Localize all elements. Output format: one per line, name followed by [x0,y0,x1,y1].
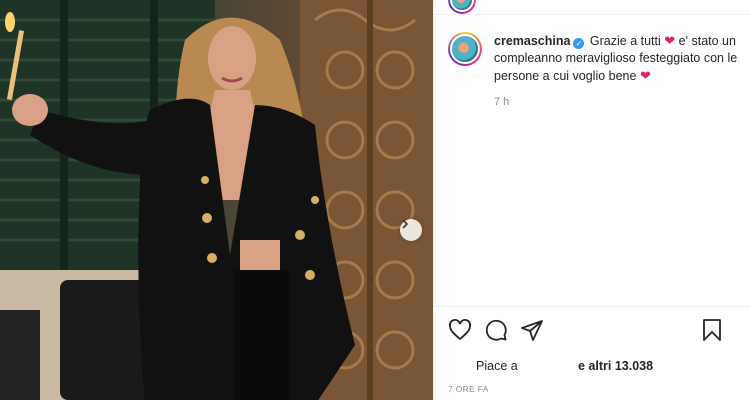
heart-outline-icon [449,319,471,341]
post-time-ago[interactable]: 7 ORE FA [448,384,489,394]
carousel-next-button[interactable] [400,219,422,241]
username-link[interactable]: cremaschina [494,34,570,48]
verified-badge-icon: ✓ [573,38,585,49]
comment-button[interactable] [484,318,508,342]
caption-text: cremaschina ✓ Grazie a tutti ❤ e' stato u… [494,32,743,85]
likes-prefix: Piace a [476,359,518,373]
comment-timestamp: 7 h [494,96,510,108]
heart-emoji-icon: ❤ [639,68,651,83]
share-button[interactable] [520,318,544,342]
heart-emoji-icon: ❤ [664,33,676,48]
bookmark-icon [703,319,721,341]
photo-illustration [0,0,433,400]
avatar[interactable] [448,32,482,66]
save-button[interactable] [700,318,724,342]
speech-bubble-icon [485,319,507,341]
paper-plane-icon [521,320,543,341]
likes-count-link[interactable]: e altri 13.038 [578,359,653,373]
header-divider [434,14,750,15]
chevron-right-icon [402,219,409,229]
caption-comment: cremaschina ✓ Grazie a tutti ❤ e' stato u… [448,32,743,85]
caption-part-1: Grazie a tutti [589,34,661,48]
like-button[interactable] [448,318,472,342]
post-photo[interactable] [0,0,433,400]
post-side-panel: cremaschina ✓ Grazie a tutti ❤ e' stato u… [433,0,750,400]
header-avatar[interactable] [448,0,476,14]
actions-divider [434,306,750,307]
